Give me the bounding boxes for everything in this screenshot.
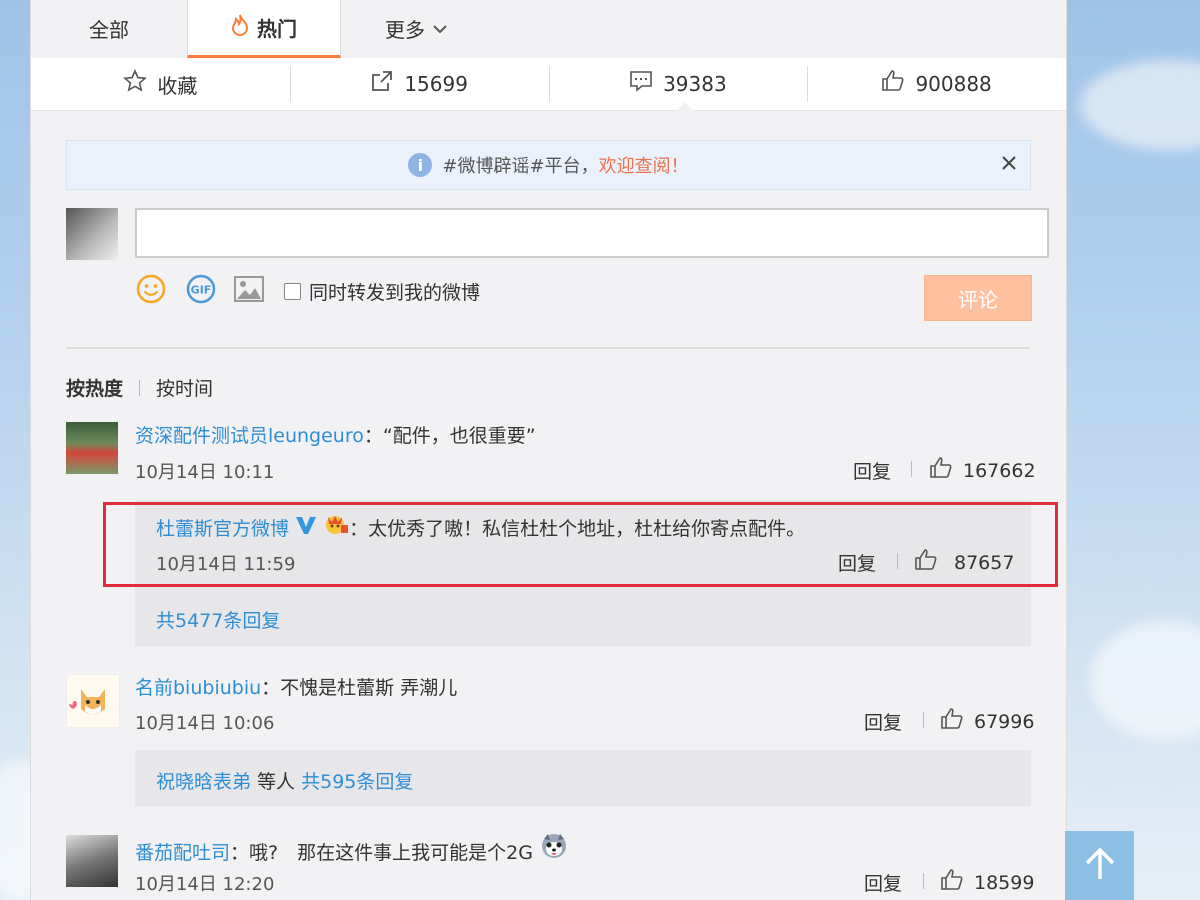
share-count: 15699 [404, 72, 468, 96]
comment-avatar[interactable] [66, 422, 118, 474]
reply-button[interactable]: 回复 [864, 708, 902, 735]
comment-line: 名前biubiubiu：不愧是杜蕾斯 弄潮儿 [135, 673, 457, 700]
highlight-box [103, 502, 1058, 587]
separator [923, 873, 924, 889]
background-cloud [1090, 620, 1200, 740]
comment-avatar[interactable] [66, 674, 120, 728]
reply-button[interactable]: 回复 [864, 869, 902, 896]
separator [911, 461, 912, 477]
view-all-replies-link[interactable]: 共5477条回复 [156, 606, 280, 633]
tab-bar: 全部 热门 更多 [31, 0, 1066, 58]
sort-separator [139, 379, 141, 396]
submit-comment-button[interactable]: 评论 [924, 275, 1032, 321]
comment-like-button[interactable]: 18599 [940, 868, 1034, 897]
comment-like-button[interactable]: 67996 [940, 707, 1034, 736]
comment-like-count: 18599 [974, 871, 1035, 894]
reply-summary-line: 祝晓晗表弟 等人 共595条回复 [156, 767, 413, 794]
like-count: 900888 [915, 72, 992, 96]
back-to-top-button[interactable] [1065, 831, 1134, 900]
comment-time: 10月14日 10:06 [135, 713, 275, 734]
favorite-label: 收藏 [157, 73, 198, 98]
tab-label: 全部 [89, 17, 129, 42]
compose-divider [66, 347, 1030, 349]
reply-summary-user[interactable]: 祝晓晗表弟 [156, 771, 251, 793]
tab-label: 更多 [385, 17, 425, 42]
comment-avatar[interactable] [66, 835, 118, 887]
tab-more[interactable]: 更多 [341, 0, 491, 56]
comment-icon [629, 69, 653, 99]
tab-label: 热门 [257, 17, 297, 41]
current-user-avatar[interactable] [66, 208, 118, 260]
rumor-notice-banner: i #微博辟谣#平台， 欢迎查阅！ [66, 140, 1031, 190]
separator [923, 712, 924, 728]
chevron-down-icon [433, 19, 447, 38]
thumbs-up-icon [940, 868, 974, 897]
reply-summary-text: 等人 [251, 771, 302, 793]
tab-all[interactable]: 全部 [31, 0, 187, 56]
sort-by-time[interactable]: 按时间 [156, 374, 213, 401]
comment-text: ：“配件，也很重要” [363, 425, 536, 447]
comment-line: 资深配件测试员leungeuro：“配件，也很重要” [135, 421, 536, 448]
sort-by-hot[interactable]: 按热度 [66, 374, 123, 401]
star-icon [123, 69, 148, 99]
background-cloud [1080, 60, 1200, 150]
notice-text: #微博辟谣#平台， [442, 156, 599, 177]
comment-text: ：哦? 那在这件事上我可能是个2G [230, 842, 533, 864]
sort-options: 按热度 按时间 [66, 374, 213, 401]
comment-username[interactable]: 资深配件测试员leungeuro [135, 425, 364, 447]
forward-label: 同时转发到我的微博 [309, 282, 481, 304]
share-button[interactable]: 15699 [289, 58, 549, 110]
image-icon[interactable] [233, 273, 265, 305]
favorite-button[interactable]: 收藏 [31, 58, 290, 110]
thumbs-up-icon [940, 707, 974, 736]
husky-emoji-icon [539, 834, 569, 864]
comment-username[interactable]: 番茄配吐司 [135, 842, 230, 864]
gif-icon[interactable]: GIF [185, 273, 217, 305]
like-button[interactable]: 900888 [807, 58, 1066, 110]
share-icon [370, 69, 394, 99]
notice-link[interactable]: 欢迎查阅！ [599, 152, 689, 178]
comment-count: 39383 [663, 72, 727, 96]
forward-checkbox[interactable] [284, 283, 301, 300]
weibo-post-panel: 全部 热门 更多 收藏 15699 39383 900888 i #微博辟谣#平… [30, 0, 1067, 900]
tab-hot[interactable]: 热门 [187, 0, 341, 58]
comment-like-count: 67996 [974, 710, 1035, 733]
close-icon[interactable] [1002, 151, 1016, 176]
comment-text: ：不愧是杜蕾斯 弄潮儿 [261, 677, 458, 699]
info-icon: i [408, 153, 433, 177]
comment-like-button[interactable]: 167662 [929, 456, 1036, 485]
comment-like-count: 167662 [963, 459, 1036, 482]
comment-username[interactable]: 名前biubiubiu [135, 677, 261, 699]
comment-line: 番茄配吐司：哦? 那在这件事上我可能是个2G [135, 833, 569, 865]
comment-tab-caret [676, 102, 694, 111]
arrow-up-icon [1082, 846, 1118, 886]
comment-time: 10月14日 12:20 [135, 874, 275, 895]
view-all-replies-link[interactable]: 共595条回复 [301, 771, 413, 793]
comment-time: 10月14日 10:11 [135, 462, 275, 483]
thumbs-up-icon [929, 456, 963, 485]
forward-checkbox-row[interactable]: 同时转发到我的微博 [284, 278, 480, 305]
svg-text:GIF: GIF [191, 284, 212, 297]
fire-icon [231, 14, 249, 41]
post-action-bar: 收藏 15699 39383 900888 [31, 58, 1066, 111]
emoji-icon[interactable] [135, 273, 167, 305]
reply-button[interactable]: 回复 [853, 457, 891, 484]
thumbs-up-icon [881, 69, 905, 99]
comment-input[interactable] [135, 208, 1049, 258]
